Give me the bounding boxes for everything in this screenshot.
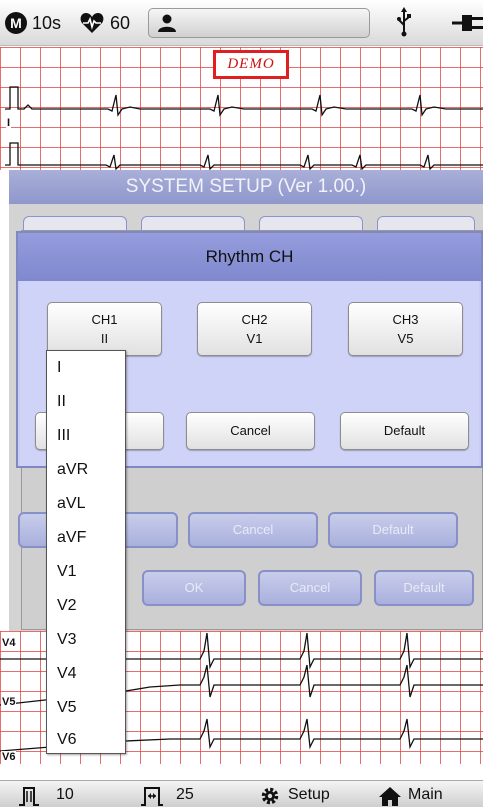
ch2-button[interactable]: CH2 V1 bbox=[197, 302, 312, 356]
main-button[interactable]: Main bbox=[378, 784, 478, 806]
heart-rate-icon bbox=[80, 13, 104, 33]
system-setup-title: SYSTEM SETUP (Ver 1.00.) bbox=[9, 170, 483, 204]
ch1-label: CH1 bbox=[91, 312, 118, 327]
dropdown-option-v3[interactable]: V3 bbox=[57, 631, 77, 649]
dropdown-option-avr[interactable]: aVR bbox=[57, 461, 88, 479]
dropdown-option-v5[interactable]: V5 bbox=[57, 699, 77, 717]
setup-button[interactable]: Setup bbox=[260, 784, 360, 806]
speed-icon bbox=[19, 787, 39, 806]
lead-label-v5: V5 bbox=[1, 696, 17, 708]
ch1-lead: II bbox=[100, 331, 109, 346]
ch3-lead: V5 bbox=[397, 331, 414, 346]
dropdown-option-v6[interactable]: V6 bbox=[57, 731, 77, 749]
lead-dropdown[interactable]: I II III aVR aVL aVF V1 V2 V3 V4 V5 V6 bbox=[46, 350, 126, 754]
speed-value: 10 bbox=[56, 786, 74, 803]
speed-button[interactable]: 10 bbox=[18, 784, 98, 806]
main-label: Main bbox=[408, 786, 443, 803]
heart-rate-value: 60 bbox=[110, 13, 131, 33]
ch1-button[interactable]: CH1 II bbox=[47, 302, 162, 356]
dropdown-option-i[interactable]: I bbox=[57, 359, 61, 377]
ch2-label: CH2 bbox=[241, 312, 268, 327]
ch3-button[interactable]: CH3 V5 bbox=[348, 302, 463, 356]
lead-label-i: I bbox=[6, 117, 12, 129]
usb-icon bbox=[397, 7, 411, 37]
background-cancel-button-1: Cancel bbox=[188, 512, 318, 548]
lead-label-v6: V6 bbox=[1, 751, 17, 763]
dropdown-option-v4[interactable]: V4 bbox=[57, 665, 77, 683]
background-default-button-1: Default bbox=[328, 512, 458, 548]
demo-badge: DEMO bbox=[213, 50, 289, 79]
ch3-label: CH3 bbox=[392, 312, 419, 327]
dropdown-option-iii[interactable]: III bbox=[57, 427, 70, 445]
dropdown-option-v2[interactable]: V2 bbox=[57, 597, 77, 615]
background-cancel-button-2: Cancel bbox=[258, 570, 362, 606]
status-bar: M 10s 60 bbox=[0, 0, 483, 46]
dropdown-option-ii[interactable]: II bbox=[57, 393, 66, 411]
patient-info-button[interactable] bbox=[148, 8, 370, 38]
bottom-toolbar: 10 25 Setup Main bbox=[0, 780, 483, 807]
lead-label-v4: V4 bbox=[1, 637, 17, 649]
mode-icon[interactable]: M bbox=[5, 12, 27, 34]
dropdown-option-v1[interactable]: V1 bbox=[57, 563, 77, 581]
background-ok-button-2: OK bbox=[142, 570, 246, 606]
gain-icon bbox=[141, 787, 163, 806]
dropdown-option-avl[interactable]: aVL bbox=[57, 495, 85, 513]
dropdown-option-avf[interactable]: aVF bbox=[57, 529, 86, 547]
patient-icon bbox=[158, 14, 176, 32]
recording-duration: 10s bbox=[32, 13, 62, 33]
gear-icon bbox=[261, 787, 279, 805]
home-icon bbox=[379, 787, 401, 806]
gain-button[interactable]: 25 bbox=[140, 784, 220, 806]
power-plug-icon bbox=[452, 15, 483, 31]
gain-value: 25 bbox=[176, 786, 194, 803]
setup-label: Setup bbox=[288, 786, 330, 803]
dialog-title: Rhythm CH bbox=[18, 233, 481, 281]
cancel-button[interactable]: Cancel bbox=[186, 412, 315, 450]
background-default-button-2: Default bbox=[374, 570, 474, 606]
default-button[interactable]: Default bbox=[340, 412, 469, 450]
ch2-lead: V1 bbox=[246, 331, 263, 346]
